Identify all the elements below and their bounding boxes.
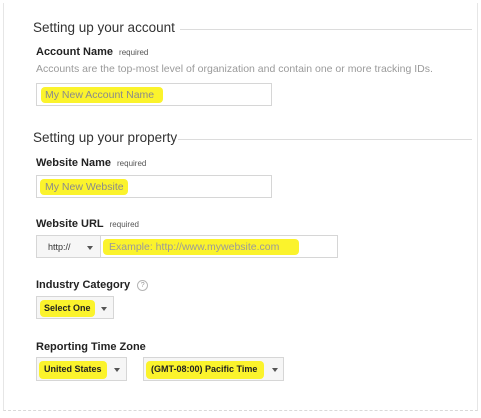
reporting-time-zone-label: Reporting Time Zone [36,341,146,353]
industry-category-select[interactable]: Select One [36,296,114,319]
required-tag: required [117,159,147,168]
required-tag: required [109,220,139,229]
url-protocol-select[interactable]: http:// [36,235,101,258]
account-help-text: Accounts are the top-most level of organ… [36,63,433,75]
help-icon[interactable]: ? [137,280,149,291]
website-url-label: Website URL required [36,218,139,230]
industry-category-label: Industry Category? [36,279,149,291]
time-zone-select[interactable]: (GMT-08:00) Pacific Time [143,357,284,381]
required-tag: required [119,48,149,57]
time-zone-value: (GMT-08:00) Pacific Time [151,364,258,374]
account-name-input[interactable]: My New Account Name [36,83,272,106]
account-name-placeholder: My New Account Name [45,88,155,101]
chevron-down-icon [101,307,107,311]
website-url-input[interactable]: Example: http://www.mywebsite.com [100,235,338,258]
website-url-label-text: Website URL [36,218,104,230]
country-select[interactable]: United States [36,357,127,381]
account-section-title: Setting up your account [33,20,175,35]
industry-category-value: Select One [44,302,91,313]
chevron-down-icon [272,368,278,372]
website-name-placeholder: My New Website [45,180,124,193]
website-name-label-text: Website Name [36,157,111,169]
url-protocol-value: http:// [48,241,71,252]
chevron-down-icon [87,246,93,250]
industry-category-label-text: Industry Category [36,279,131,291]
website-name-label: Website Name required [36,157,146,169]
account-section-divider [180,29,472,30]
property-section-title: Setting up your property [33,130,178,145]
website-url-placeholder: Example: http://www.mywebsite.com [109,240,280,253]
website-name-input[interactable]: My New Website [36,175,272,198]
account-name-label-text: Account Name [36,46,114,58]
country-value: United States [44,364,102,374]
property-section-divider [178,139,472,140]
chevron-down-icon [114,368,120,372]
account-name-label: Account Name required [36,46,148,58]
